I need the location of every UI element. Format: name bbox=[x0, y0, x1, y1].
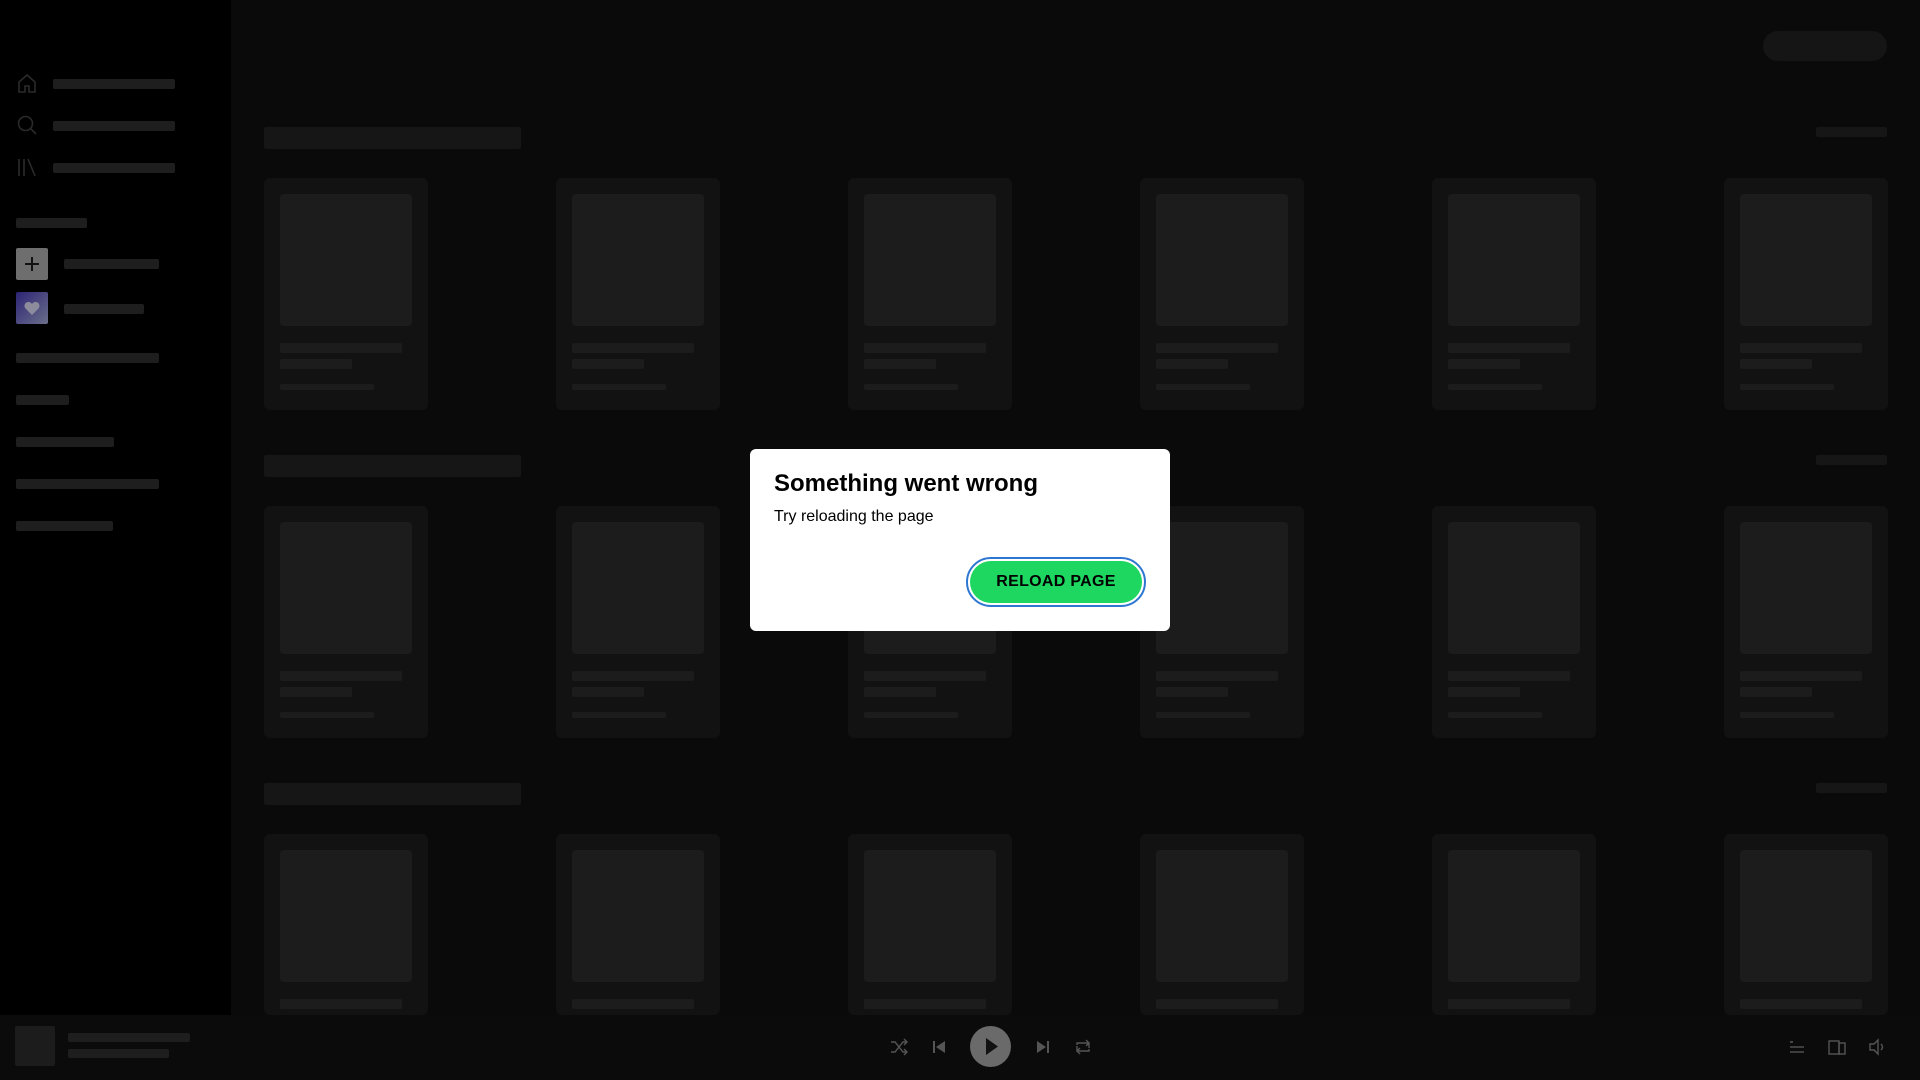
reload-page-label: RELOAD PAGE bbox=[970, 561, 1142, 603]
reload-page-button[interactable]: RELOAD PAGE bbox=[966, 557, 1146, 607]
dialog-message: Try reloading the page bbox=[774, 508, 934, 525]
app-root: Something went wrong Try reloading the p… bbox=[0, 0, 1920, 1080]
error-dialog: Something went wrong Try reloading the p… bbox=[750, 449, 1170, 631]
dialog-title: Something went wrong bbox=[774, 470, 1038, 497]
